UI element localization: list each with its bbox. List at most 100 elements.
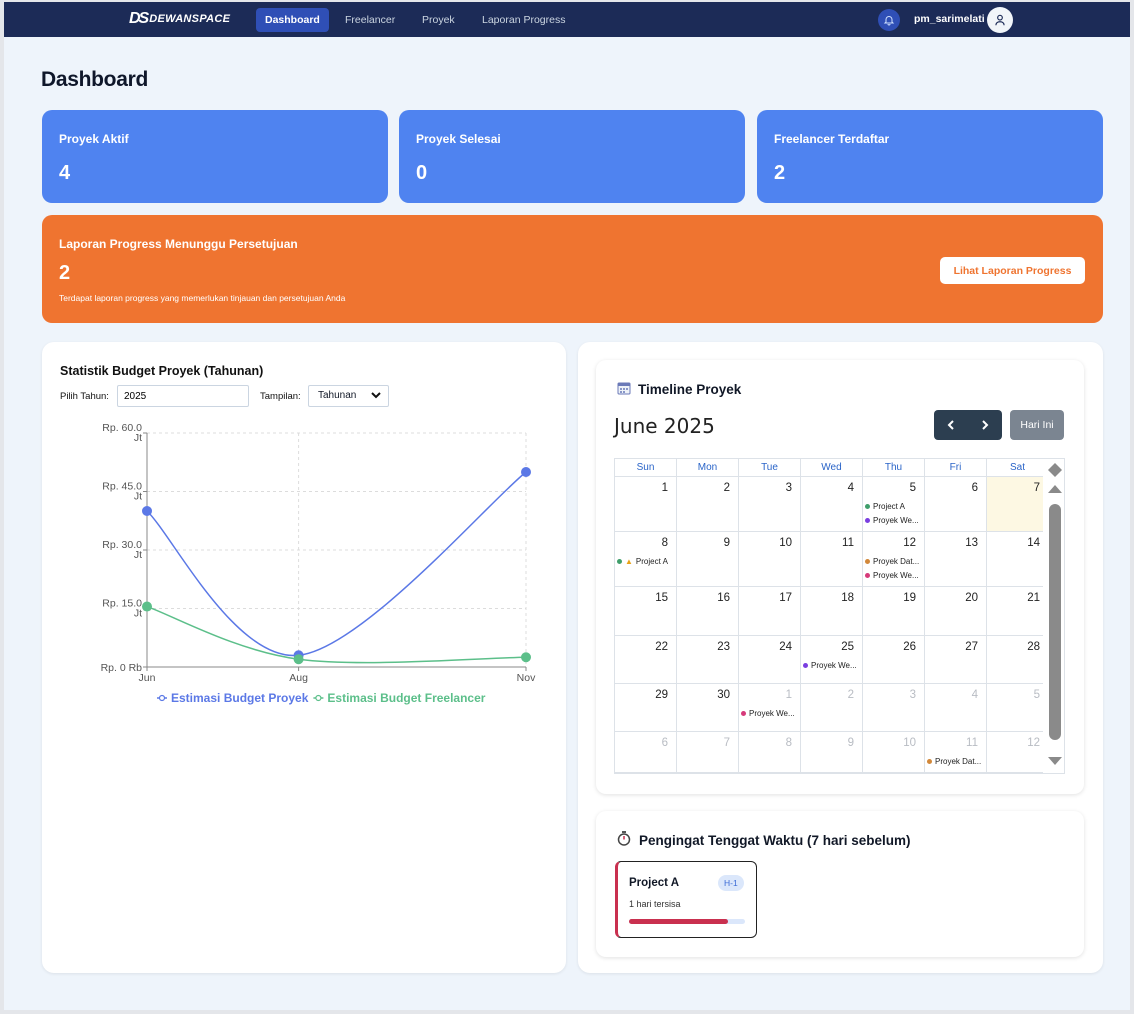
nav-laporan-progress[interactable]: Laporan Progress	[473, 8, 574, 32]
event-dot-icon	[741, 711, 746, 716]
day-number: 7	[1033, 482, 1040, 494]
data-point	[293, 654, 304, 665]
username[interactable]: pm_sarimelati	[914, 13, 985, 25]
calendar-day[interactable]: 4	[801, 477, 863, 532]
event-dot-icon	[865, 573, 870, 578]
budget-line-chart: Rp. 0 Rb Rp. 15.0 Jt Rp. 30.0 Jt Rp. 45.0 Jt Rp…	[101, 422, 537, 705]
prev-month-button[interactable]	[934, 410, 968, 440]
day-number: 3	[785, 482, 792, 494]
view-select[interactable]: Tahunan	[308, 385, 389, 407]
reminder-project-name: Project A	[629, 877, 680, 889]
weekday-thu: Thu	[863, 459, 925, 477]
pending-description: Terdapat laporan progress yang memerluka…	[59, 293, 346, 303]
calendar-day[interactable]: 1 Proyek We...	[739, 684, 801, 732]
calendar-event[interactable]: Proyek Dat...	[927, 757, 981, 766]
day-number: 5	[909, 482, 916, 494]
scroll-down-small-icon[interactable]	[1048, 470, 1062, 477]
nav-freelancer[interactable]: Freelancer	[336, 8, 404, 32]
calendar-day[interactable]: 28	[987, 636, 1049, 684]
weekday-wed: Wed	[801, 459, 863, 477]
calendar-day[interactable]: 2	[677, 477, 739, 532]
reminder-item[interactable]: Project A H-1 1 hari tersisa	[615, 861, 757, 938]
scroll-up-arrow-icon[interactable]	[1048, 463, 1062, 470]
nav-proyek[interactable]: Proyek	[413, 8, 464, 32]
calendar-event[interactable]: Proyek We...	[803, 661, 857, 670]
calendar-day[interactable]: 14	[987, 532, 1049, 587]
y-tick-label: Rp. 60.0 Jt	[102, 422, 142, 444]
calendar-day[interactable]: 1	[615, 477, 677, 532]
calendar-day[interactable]: 16	[677, 587, 739, 636]
calendar-day[interactable]: 9	[677, 532, 739, 587]
day-number: 1	[785, 689, 792, 701]
calendar-day[interactable]: 10	[739, 532, 801, 587]
calendar-day[interactable]: 13	[925, 532, 987, 587]
event-dot-icon	[617, 559, 622, 564]
calendar-day[interactable]: 8 ▲ Project A	[615, 532, 677, 587]
calendar-day[interactable]: 6	[925, 477, 987, 532]
calendar-day[interactable]: 2	[801, 684, 863, 732]
calendar-event[interactable]: ▲ Project A	[617, 557, 668, 566]
calendar-day[interactable]: 12 Proyek Dat... Proyek We...	[863, 532, 925, 587]
day-number: 21	[1027, 592, 1040, 604]
calendar-day[interactable]: 15	[615, 587, 677, 636]
calendar-day[interactable]: 4	[925, 684, 987, 732]
calendar-day[interactable]: 17	[739, 587, 801, 636]
calendar-day[interactable]: 21	[987, 587, 1049, 636]
view-progress-reports-button[interactable]: Lihat Laporan Progress	[940, 257, 1085, 284]
deadline-reminder-card: Pengingat Tenggat Waktu (7 hari sebelum)…	[596, 811, 1084, 957]
calendar-event[interactable]: Project A	[865, 502, 905, 511]
calendar-event[interactable]: Proyek We...	[865, 571, 919, 580]
calendar-day[interactable]: 6	[615, 732, 677, 773]
calendar-day[interactable]: 23	[677, 636, 739, 684]
calendar-event[interactable]: Proyek We...	[865, 516, 919, 525]
calendar-day[interactable]: 8	[739, 732, 801, 773]
calendar-day[interactable]: 19	[863, 587, 925, 636]
calendar-day[interactable]: 7	[987, 477, 1049, 532]
calendar-day[interactable]: 30	[677, 684, 739, 732]
calendar-day[interactable]: 20	[925, 587, 987, 636]
pending-title: Laporan Progress Menunggu Persetujuan	[59, 237, 298, 251]
year-input[interactable]	[117, 385, 249, 407]
calendar-day[interactable]: 26	[863, 636, 925, 684]
calendar-day[interactable]: 5 Project A Proyek We...	[863, 477, 925, 532]
scroll-thumb[interactable]	[1049, 504, 1061, 740]
event-dot-icon	[865, 504, 870, 509]
calendar-day[interactable]: 11	[801, 532, 863, 587]
user-avatar-icon[interactable]	[987, 7, 1013, 33]
nav-dashboard[interactable]: Dashboard	[256, 8, 329, 32]
scroll-down-icon[interactable]	[1048, 757, 1062, 765]
calendar-day[interactable]: 25 Proyek We...	[801, 636, 863, 684]
day-number: 25	[841, 641, 854, 653]
weekday-fri: Fri	[925, 459, 987, 477]
bell-icon[interactable]	[878, 9, 900, 31]
legend-label: Estimasi Budget Proyek	[171, 691, 309, 705]
scroll-up-icon[interactable]	[1048, 485, 1062, 493]
chevron-down-icon	[370, 389, 382, 409]
calendar-day[interactable]: 24	[739, 636, 801, 684]
calendar-day[interactable]: 22	[615, 636, 677, 684]
today-button[interactable]: Hari Ini	[1010, 410, 1064, 440]
calendar-day[interactable]: 9	[801, 732, 863, 773]
calendar-event[interactable]: Proyek Dat...	[865, 557, 919, 566]
calendar-event[interactable]: Proyek We...	[741, 709, 795, 718]
month-nav	[934, 410, 1002, 440]
calendar-day[interactable]: 5	[987, 684, 1049, 732]
calendar-day[interactable]: 27	[925, 636, 987, 684]
stat-card-proyek-aktif: Proyek Aktif 4	[42, 110, 388, 203]
day-number: 24	[779, 641, 792, 653]
calendar-day[interactable]: 10	[863, 732, 925, 773]
calendar-day[interactable]: 12	[987, 732, 1049, 773]
calendar-day[interactable]: 29	[615, 684, 677, 732]
event-dot-icon	[927, 759, 932, 764]
logo[interactable]: DS DEWANSPACE	[129, 10, 230, 28]
day-number: 11	[966, 737, 978, 749]
calendar-day[interactable]: 7	[677, 732, 739, 773]
next-month-button[interactable]	[968, 410, 1002, 440]
calendar-day[interactable]: 11 Proyek Dat...	[925, 732, 987, 773]
calendar-day[interactable]: 3	[863, 684, 925, 732]
calendar-day[interactable]: 3	[739, 477, 801, 532]
reminder-progress-bar	[629, 919, 745, 924]
calendar-scrollbar[interactable]	[1043, 459, 1064, 773]
calendar-day[interactable]: 18	[801, 587, 863, 636]
legend-marker	[158, 694, 166, 702]
